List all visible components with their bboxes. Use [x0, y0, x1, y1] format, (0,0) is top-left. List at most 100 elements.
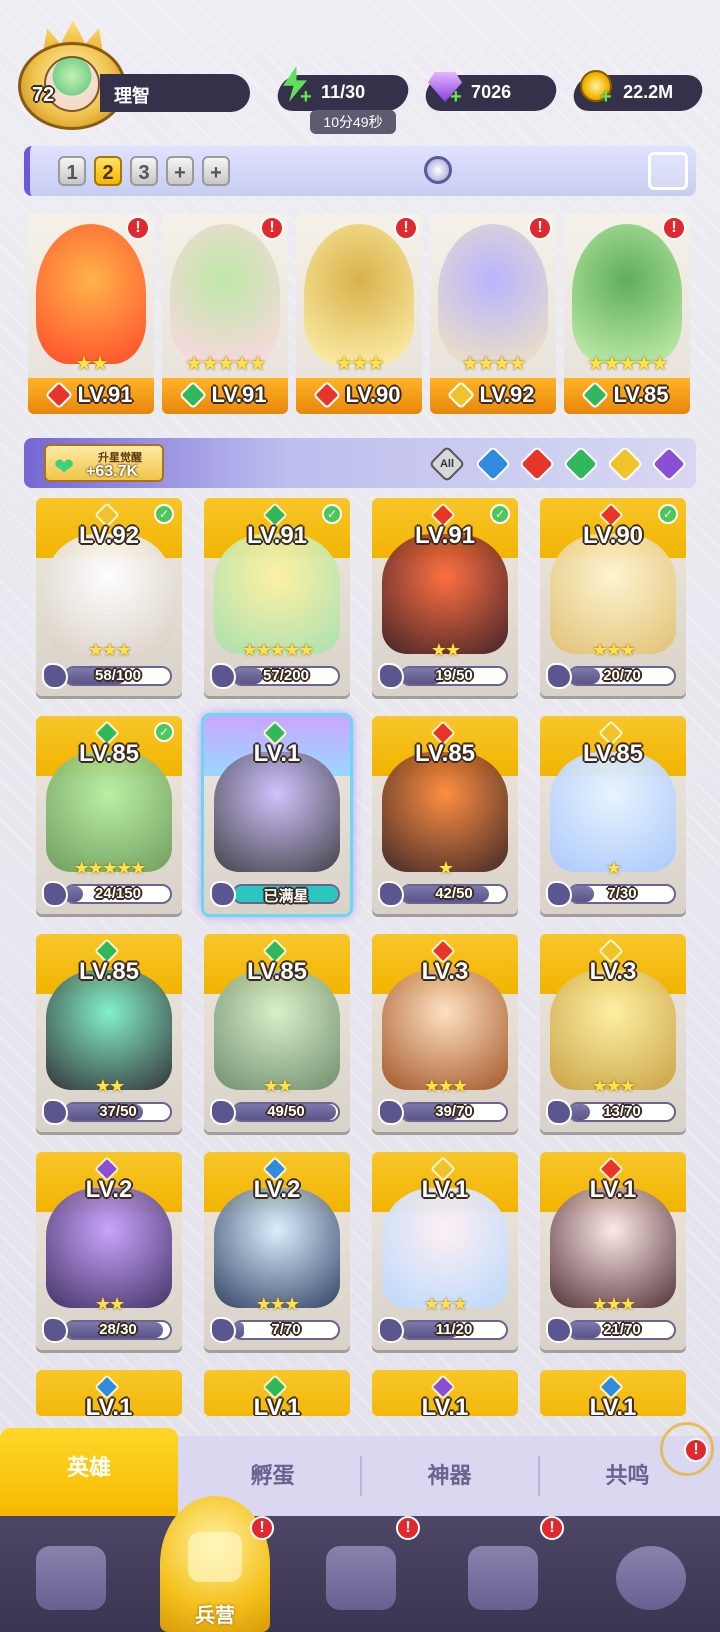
tab-artifacts[interactable]: 神器 [362, 1436, 537, 1516]
nature-element-icon [179, 380, 208, 410]
hero-card[interactable]: LV.1 [36, 1370, 182, 1416]
shard-icon [378, 1099, 404, 1125]
hero-card[interactable]: LV.3 ★★★ 39/70 [372, 934, 518, 1132]
hero-card[interactable]: LV.91 ✓ ★★★★★ 57/200 [204, 498, 350, 696]
search-icon[interactable] [424, 156, 452, 184]
hero-card[interactable]: LV.92 ✓ ★★★ 58/100 [36, 498, 182, 696]
bottom-nav: ! ! [0, 1516, 720, 1632]
filter-light-icon[interactable] [606, 445, 644, 483]
hero-card[interactable]: LV.1 已满星 [204, 716, 350, 914]
monster-icon[interactable] [616, 1546, 686, 1610]
energy-timer: 10分49秒 [310, 110, 396, 134]
hero-card[interactable]: LV.85 ★★ 37/50 [36, 934, 182, 1132]
add-gems-icon[interactable]: + [450, 86, 462, 109]
filter-all[interactable]: All [428, 445, 466, 483]
hero-level: LV.1 [85, 1394, 133, 1416]
shard-count: 37/50 [99, 1103, 137, 1120]
hero-portrait [46, 1188, 172, 1308]
shard-count: 57/200 [263, 667, 309, 684]
castle-icon[interactable] [468, 1546, 538, 1610]
hero-stars: ★★★ [591, 640, 636, 660]
hero-card[interactable]: LV.85 ★ 42/50 [372, 716, 518, 914]
shard-progress-bar: 57/200 [232, 666, 340, 686]
hero-card[interactable]: LV.3 ★★★ 13/70 [540, 934, 686, 1132]
filter-water-icon[interactable] [474, 445, 512, 483]
nature-element-icon [581, 380, 610, 410]
shard-icon [378, 881, 404, 907]
upgrade-alert-badge: ! [260, 216, 284, 240]
shard-progress-bar: 20/70 [568, 666, 676, 686]
checkmark-icon: ✓ [322, 504, 342, 524]
sub-tab-bar: 英雄 孵蛋 神器 共鸣 [0, 1428, 720, 1516]
hero-card[interactable]: LV.1 [372, 1370, 518, 1416]
shard-count: 21/70 [603, 1321, 641, 1338]
shard-count: 24/150 [95, 885, 141, 902]
add-team-tab[interactable]: + [202, 156, 230, 186]
team-tab-3[interactable]: 3 [130, 156, 158, 186]
shard-progress-bar: 49/50 [232, 1102, 340, 1122]
hero-stars: ★★ [75, 353, 109, 375]
hero-level: LV.3 [421, 958, 469, 985]
hero-portrait [550, 970, 676, 1090]
hero-card[interactable]: LV.1 ★★★ 11/20 [372, 1152, 518, 1350]
barracks-nav-item[interactable]: 兵营 [160, 1496, 270, 1632]
hero-level: LV.85 [78, 958, 140, 985]
hero-stars: ★ [605, 858, 622, 878]
player-name-bar[interactable]: 理智 [100, 74, 250, 112]
hero-card[interactable]: LV.2 ★★ 28/30 [36, 1152, 182, 1350]
hero-card[interactable]: LV.1 ★★★ 21/70 [540, 1152, 686, 1350]
awaken-bonus[interactable]: ❤ 升星觉醒 +63.7K [44, 444, 164, 482]
shard-icon [546, 663, 572, 689]
hero-level: LV.85 [564, 380, 690, 410]
shard-count: 19/50 [435, 667, 473, 684]
float-alert-badge: ! [684, 1438, 708, 1462]
cards-icon[interactable] [36, 1546, 106, 1610]
filter-fire-icon[interactable] [518, 445, 556, 483]
hero-level: LV.1 [253, 1394, 301, 1416]
hero-card[interactable]: LV.2 ★★★ 7/70 [204, 1152, 350, 1350]
shard-progress-bar: 7/70 [232, 1320, 340, 1340]
hero-stars: ★★★★ [461, 353, 527, 375]
hero-card[interactable]: LV.85 ✓ ★★★★★ 24/150 [36, 716, 182, 914]
share-icon[interactable] [648, 152, 688, 190]
shard-progress-bar: 58/100 [64, 666, 172, 686]
shard-icon [210, 1317, 236, 1343]
hero-card[interactable]: LV.1 [204, 1370, 350, 1416]
hero-card[interactable]: LV.85 ★ 7/30 [540, 716, 686, 914]
hero-stars: ★★★ [255, 1294, 300, 1314]
player-level: 72 [32, 84, 55, 106]
hero-card[interactable]: LV.85 ★★ 49/50 [204, 934, 350, 1132]
hero-card[interactable]: LV.90 ✓ ★★★ 20/70 [540, 498, 686, 696]
team-hero-card[interactable]: ★★★★ LV.92 ! [430, 214, 556, 414]
hero-stars: ★★★★★ [587, 353, 669, 375]
hero-card[interactable]: LV.91 ✓ ★★ 19/50 [372, 498, 518, 696]
scroll-icon[interactable] [326, 1546, 396, 1610]
filter-nature-icon[interactable] [562, 445, 600, 483]
shard-count: 7/30 [607, 885, 637, 902]
hero-level: LV.91 [28, 380, 154, 410]
barracks-alert-badge: ! [250, 1516, 274, 1540]
shard-count: 42/50 [435, 885, 473, 902]
team-hero-card[interactable]: ★★★★★ LV.91 ! [162, 214, 288, 414]
filter-dark-icon[interactable] [650, 445, 688, 483]
hero-level: LV.1 [589, 1394, 637, 1416]
team-hero-card[interactable]: ★★★ LV.90 ! [296, 214, 422, 414]
hero-level: LV.92 [430, 380, 556, 410]
hero-level: LV.85 [78, 740, 140, 767]
hero-level: LV.90 [296, 380, 422, 410]
tab-heroes[interactable]: 英雄 [0, 1428, 178, 1516]
add-energy-icon[interactable]: + [300, 86, 312, 109]
add-gold-icon[interactable]: + [600, 86, 612, 109]
team-hero-card[interactable]: ★★ LV.91 ! [28, 214, 154, 414]
add-team-tab[interactable]: + [166, 156, 194, 186]
filter-bar: ❤ 升星觉醒 +63.7K All [24, 438, 696, 488]
fire-element-icon [313, 380, 342, 410]
shard-count: 39/70 [435, 1103, 473, 1120]
upgrade-alert-badge: ! [662, 216, 686, 240]
hero-level: LV.2 [253, 1176, 301, 1203]
team-hero-card[interactable]: ★★★★★ LV.85 ! [564, 214, 690, 414]
hero-card[interactable]: LV.1 [540, 1370, 686, 1416]
team-tab-2[interactable]: 2 [94, 156, 122, 186]
hero-stars: ★★★ [591, 1294, 636, 1314]
team-tab-1[interactable]: 1 [58, 156, 86, 186]
